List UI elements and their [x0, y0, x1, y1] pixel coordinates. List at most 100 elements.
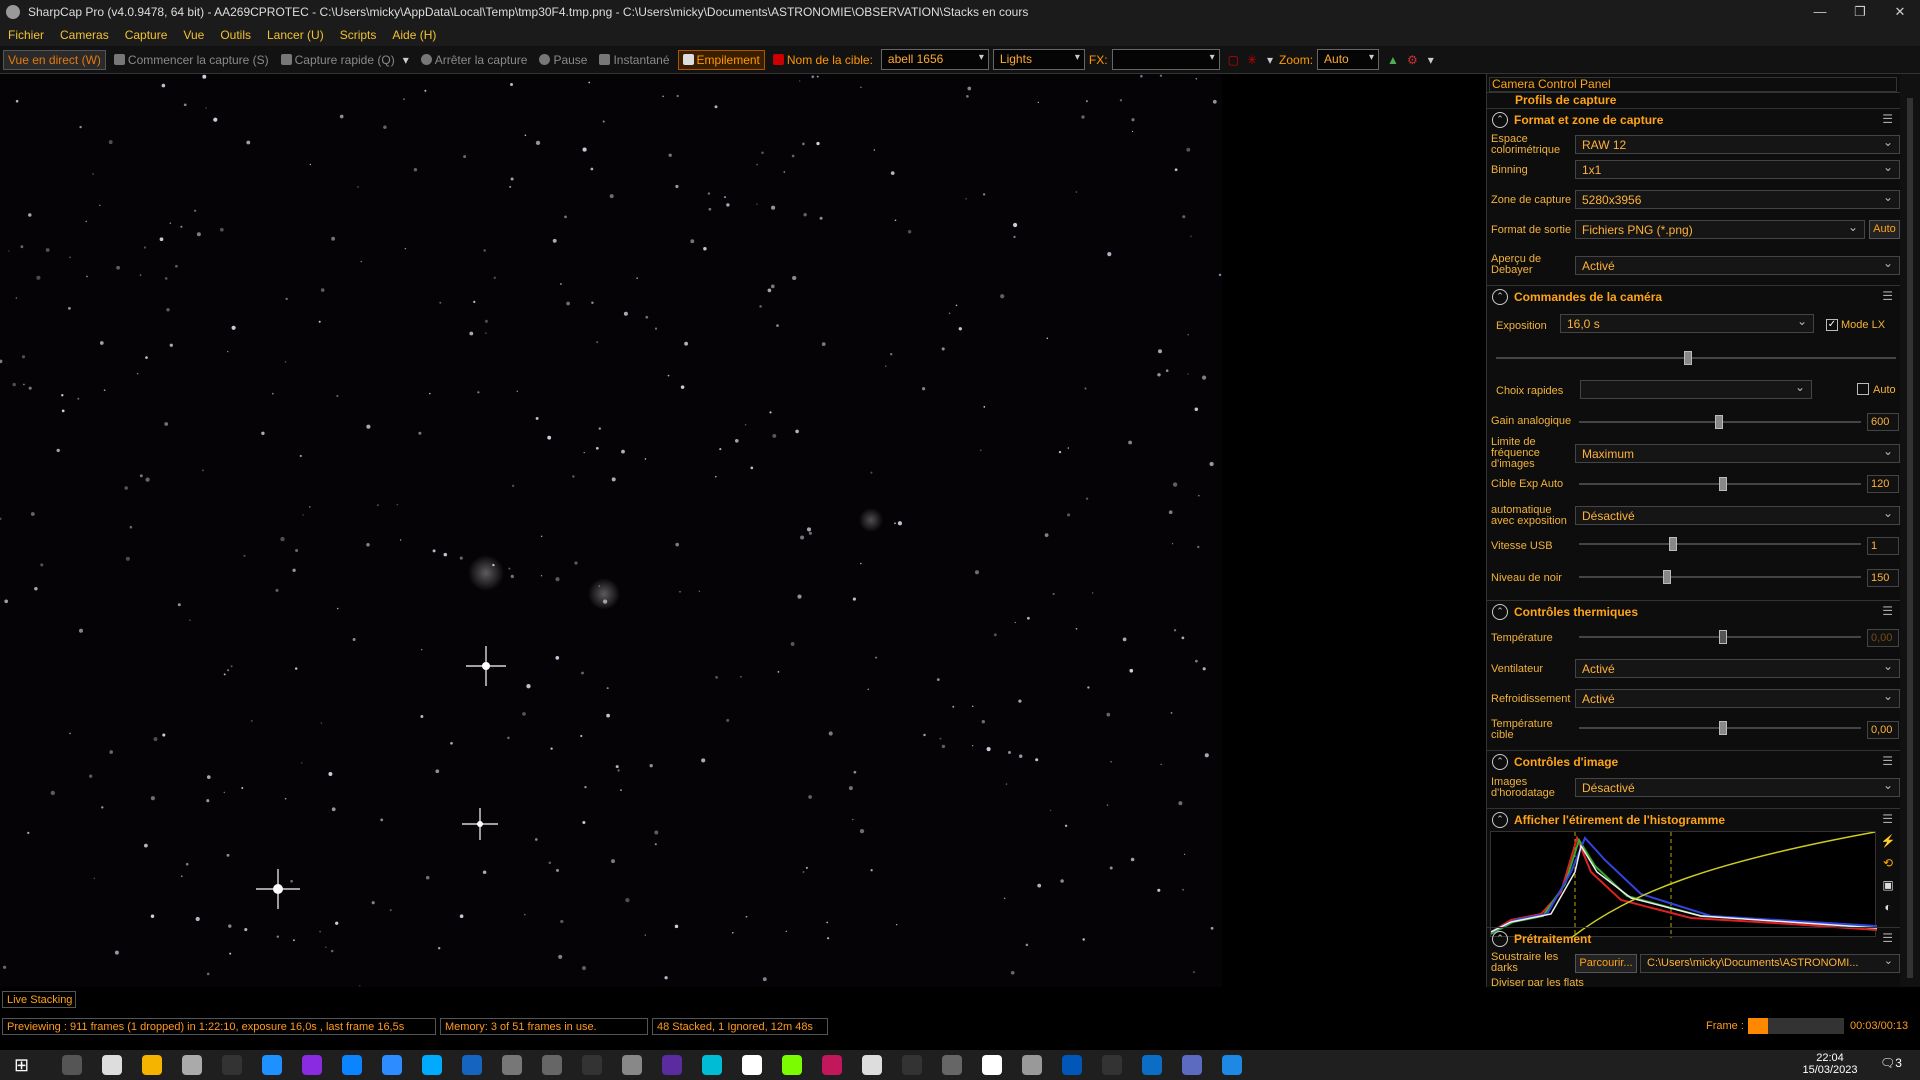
output-auto-button[interactable]: Auto — [1869, 220, 1900, 239]
section-format[interactable]: ⌃ Format et zone de capture ☰ — [1487, 108, 1901, 130]
taskbar-app-icon[interactable] — [142, 1055, 162, 1075]
quick-choice-select[interactable] — [1580, 380, 1812, 399]
clock[interactable]: 22:04 15/03/2023 — [1800, 1042, 1860, 1076]
taskbar-app-icon[interactable] — [422, 1055, 442, 1075]
menu-cameras[interactable]: Cameras — [60, 28, 109, 42]
image-viewer[interactable] — [0, 74, 1222, 987]
record-icon[interactable]: ▢ — [1228, 53, 1239, 67]
slider-thumb[interactable] — [1684, 351, 1692, 365]
notification-icon[interactable]: 🗨3 — [1880, 1056, 1902, 1070]
fps-limit-select[interactable]: Maximum — [1575, 444, 1900, 463]
collapse-icon[interactable]: ⌃ — [1492, 811, 1508, 828]
fx-select[interactable] — [1111, 49, 1220, 70]
exposure-input[interactable]: 16,0 s — [1560, 314, 1814, 333]
collapse-icon[interactable]: ⌃ — [1492, 603, 1508, 620]
bolt-icon[interactable]: ⚡ — [1879, 834, 1897, 852]
taskbar-app-icon[interactable] — [662, 1055, 682, 1075]
frame-type-select[interactable]: Lights — [992, 49, 1085, 70]
close-button[interactable]: ✕ — [1880, 0, 1920, 24]
slider-thumb[interactable] — [1669, 537, 1677, 551]
menu-help[interactable]: Aide (H) — [392, 28, 436, 42]
cooling-select[interactable]: Activé — [1575, 689, 1900, 708]
frame-progress[interactable] — [1748, 1018, 1844, 1034]
usb-speed-value[interactable]: 1 — [1867, 537, 1899, 555]
menu-icon[interactable]: ☰ — [1882, 112, 1893, 126]
panel-scrollbar[interactable] — [1900, 74, 1920, 987]
collapse-icon[interactable]: ⌃ — [1492, 930, 1508, 947]
chevron-down-icon[interactable]: ▾ — [1428, 53, 1434, 67]
gain-slider[interactable] — [1579, 415, 1861, 429]
taskbar-app-icon[interactable] — [102, 1055, 122, 1075]
reset-icon[interactable]: ⟲ — [1879, 856, 1897, 874]
menu-icon[interactable]: ☰ — [1882, 931, 1893, 945]
target-name-select[interactable]: abell 1656 — [880, 49, 989, 70]
taskbar-app-icon[interactable] — [542, 1055, 562, 1075]
taskbar-app-icon[interactable] — [702, 1055, 722, 1075]
lx-mode-checkbox[interactable]: ✓ — [1826, 319, 1838, 331]
menu-tools[interactable]: Outils — [220, 28, 251, 42]
binning-select[interactable]: 1x1 — [1575, 160, 1900, 179]
taskbar-app-icon[interactable] — [782, 1055, 802, 1075]
collapse-icon[interactable]: ⌃ — [1492, 288, 1508, 305]
scrollbar-thumb[interactable] — [1907, 98, 1913, 978]
section-profiles[interactable]: Profils de capture — [1487, 92, 1901, 106]
menu-icon[interactable]: ☰ — [1882, 754, 1893, 768]
color-space-select[interactable]: RAW 12 — [1575, 135, 1900, 154]
section-camera-controls[interactable]: ⌃ Commandes de la caméra ☰ — [1487, 285, 1901, 307]
taskbar-app-icon[interactable] — [502, 1055, 522, 1075]
section-image-controls[interactable]: ⌃ Contrôles d'image ☰ — [1487, 750, 1901, 772]
menu-capture[interactable]: Capture — [125, 28, 168, 42]
taskbar-app-icon[interactable] — [302, 1055, 322, 1075]
usb-speed-slider[interactable] — [1579, 537, 1861, 551]
chevron-down-icon[interactable]: ▾ — [403, 53, 409, 67]
start-capture-button[interactable]: Commencer la capture (S) — [110, 50, 273, 70]
taskbar-app-icon[interactable] — [1062, 1055, 1082, 1075]
slider-thumb[interactable] — [1715, 415, 1723, 429]
menu-scripts[interactable]: Scripts — [340, 28, 377, 42]
live-stacking-tab[interactable]: Live Stacking — [2, 991, 76, 1008]
settings-icon[interactable]: ⚙ — [1407, 53, 1418, 67]
output-format-select[interactable]: Fichiers PNG (*.png) — [1575, 220, 1865, 239]
black-level-slider[interactable] — [1579, 570, 1861, 584]
taskbar-app-icon[interactable] — [582, 1055, 602, 1075]
menu-icon[interactable]: ☰ — [1882, 812, 1893, 826]
windows-start-icon[interactable]: ⊞ — [14, 1055, 29, 1076]
browse-darks-button[interactable]: Parcourir... — [1575, 954, 1637, 973]
taskbar-app-icon[interactable] — [1182, 1055, 1202, 1075]
menu-file[interactable]: Fichier — [8, 28, 44, 42]
auto-exp-mode-select[interactable]: Désactivé — [1575, 506, 1900, 525]
menu-view[interactable]: Vue — [183, 28, 204, 42]
live-view-button[interactable]: Vue en direct (W) — [3, 49, 106, 70]
darks-path-select[interactable]: C:\Users\micky\Documents\ASTRONOMI... — [1640, 954, 1900, 973]
gain-value[interactable]: 600 — [1867, 413, 1899, 431]
minimize-button[interactable]: — — [1800, 0, 1840, 24]
quick-auto-checkbox[interactable] — [1857, 383, 1869, 395]
capture-zone-select[interactable]: 5280x3956 — [1575, 190, 1900, 209]
slider-thumb[interactable] — [1719, 721, 1727, 735]
taskbar-app-icon[interactable] — [62, 1055, 82, 1075]
taskbar-app-icon[interactable] — [342, 1055, 362, 1075]
maximize-button[interactable]: ❐ — [1840, 0, 1880, 24]
menu-icon[interactable]: ☰ — [1882, 604, 1893, 618]
section-thermal[interactable]: ⌃ Contrôles thermiques ☰ — [1487, 600, 1901, 622]
slider-thumb[interactable] — [1663, 570, 1671, 584]
taskbar-app-icon[interactable] — [222, 1055, 242, 1075]
quick-capture-button[interactable]: Capture rapide (Q) ▾ — [277, 50, 413, 70]
histogram-chart[interactable] — [1490, 831, 1878, 939]
black-level-value[interactable]: 150 — [1867, 569, 1899, 587]
taskbar-app-icon[interactable] — [942, 1055, 962, 1075]
collapse-icon[interactable]: ⌃ — [1492, 753, 1508, 770]
auto-exp-value[interactable]: 120 — [1867, 475, 1899, 493]
fan-select[interactable]: Activé — [1575, 659, 1900, 678]
taskbar-app-icon[interactable] — [182, 1055, 202, 1075]
menu-icon[interactable]: ☰ — [1882, 289, 1893, 303]
target-temp-slider[interactable] — [1579, 721, 1861, 735]
target-temp-value[interactable]: 0,00 — [1867, 721, 1899, 739]
save-icon[interactable]: ▣ — [1879, 878, 1897, 896]
taskbar-app-icon[interactable] — [622, 1055, 642, 1075]
pause-button[interactable]: Pause — [535, 50, 591, 70]
section-histogram[interactable]: ⌃ Afficher l'étirement de l'histogramme ☰ — [1487, 808, 1901, 830]
taskbar-app-icon[interactable] — [902, 1055, 922, 1075]
taskbar-app-icon[interactable] — [462, 1055, 482, 1075]
taskbar-app-icon[interactable] — [982, 1055, 1002, 1075]
